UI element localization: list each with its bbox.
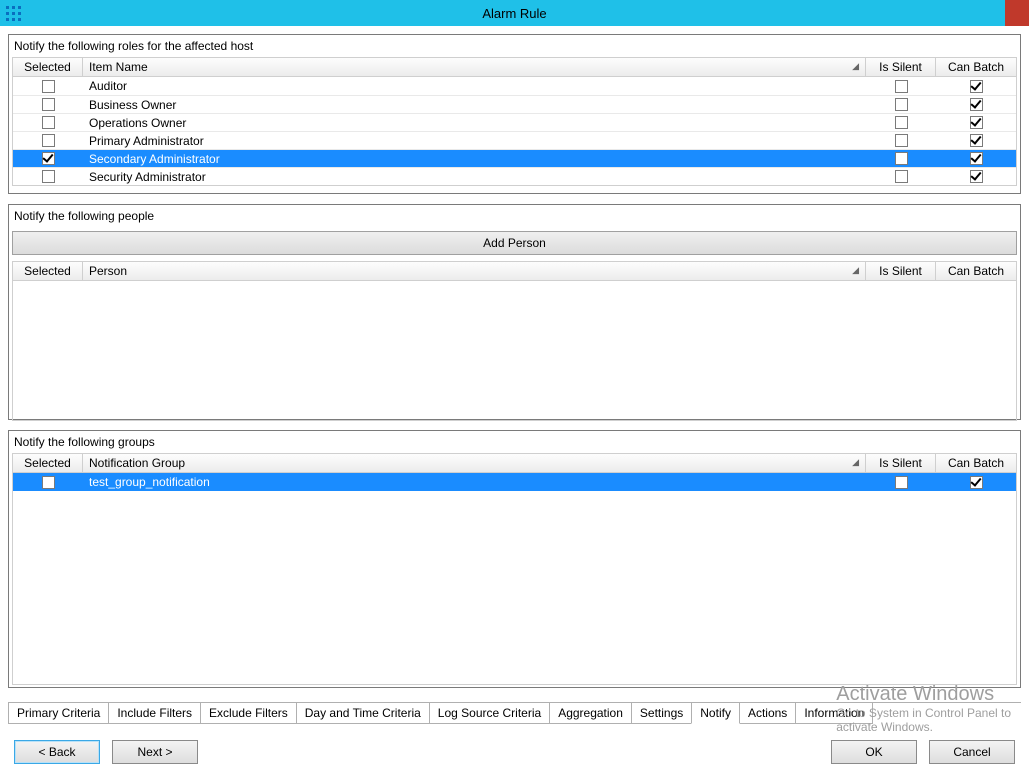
col-can-batch[interactable]: Can Batch [936, 58, 1016, 76]
footer: < Back Next > OK Cancel [0, 740, 1029, 764]
col-can-batch[interactable]: Can Batch [936, 454, 1016, 472]
back-button[interactable]: < Back [14, 740, 100, 764]
groups-section: Notify the following groups Selected Not… [8, 430, 1021, 688]
groups-label: Notify the following groups [12, 433, 1017, 453]
can-batch-checkbox[interactable] [970, 98, 983, 111]
tab-day-and-time-criteria[interactable]: Day and Time Criteria [296, 703, 430, 724]
can-batch-checkbox[interactable] [970, 80, 983, 93]
group-row[interactable]: test_group_notification [13, 473, 1016, 491]
group-name: test_group_notification [83, 473, 866, 491]
tab-information[interactable]: Information [795, 703, 873, 724]
col-selected[interactable]: Selected [13, 262, 83, 280]
roles-section: Notify the following roles for the affec… [8, 34, 1021, 194]
people-rows [12, 281, 1017, 421]
role-name: Primary Administrator [83, 132, 866, 149]
tab-exclude-filters[interactable]: Exclude Filters [200, 703, 297, 724]
add-person-button[interactable]: Add Person [12, 231, 1017, 255]
is-silent-checkbox[interactable] [895, 170, 908, 183]
groups-rows: test_group_notification [12, 473, 1017, 685]
role-name: Operations Owner [83, 114, 866, 131]
next-button[interactable]: Next > [112, 740, 198, 764]
roles-column-header: Selected Item Name◢ Is Silent Can Batch [12, 57, 1017, 77]
is-silent-checkbox[interactable] [895, 152, 908, 165]
selected-checkbox[interactable] [42, 80, 55, 93]
col-can-batch[interactable]: Can Batch [936, 262, 1016, 280]
sort-asc-icon: ◢ [852, 265, 859, 276]
content: Notify the following roles for the affec… [0, 26, 1029, 702]
is-silent-checkbox[interactable] [895, 134, 908, 147]
window-title: Alarm Rule [0, 6, 1029, 21]
is-silent-checkbox[interactable] [895, 98, 908, 111]
role-row[interactable]: Primary Administrator [13, 131, 1016, 149]
is-silent-checkbox[interactable] [895, 80, 908, 93]
selected-checkbox[interactable] [42, 476, 55, 489]
role-row[interactable]: Operations Owner [13, 113, 1016, 131]
role-name: Auditor [83, 77, 866, 95]
col-item-name[interactable]: Item Name◢ [83, 58, 866, 76]
can-batch-checkbox[interactable] [970, 134, 983, 147]
can-batch-checkbox[interactable] [970, 152, 983, 165]
titlebar: Alarm Rule [0, 0, 1029, 26]
tab-primary-criteria[interactable]: Primary Criteria [8, 703, 109, 724]
selected-checkbox[interactable] [42, 170, 55, 183]
ok-button[interactable]: OK [831, 740, 917, 764]
role-row[interactable]: Secondary Administrator [13, 149, 1016, 167]
cancel-button[interactable]: Cancel [929, 740, 1015, 764]
can-batch-checkbox[interactable] [970, 116, 983, 129]
tab-include-filters[interactable]: Include Filters [108, 703, 201, 724]
role-row[interactable]: Security Administrator [13, 167, 1016, 185]
roles-rows: AuditorBusiness OwnerOperations OwnerPri… [12, 77, 1017, 186]
role-name: Security Administrator [83, 168, 866, 185]
can-batch-checkbox[interactable] [970, 170, 983, 183]
roles-label: Notify the following roles for the affec… [12, 37, 1017, 57]
col-is-silent[interactable]: Is Silent [866, 58, 936, 76]
tabs-strip: Primary CriteriaInclude FiltersExclude F… [8, 702, 1021, 724]
tab-log-source-criteria[interactable]: Log Source Criteria [429, 703, 550, 724]
is-silent-checkbox[interactable] [895, 116, 908, 129]
close-button[interactable] [1005, 0, 1029, 26]
people-column-header: Selected Person◢ Is Silent Can Batch [12, 261, 1017, 281]
role-row[interactable]: Business Owner [13, 95, 1016, 113]
selected-checkbox[interactable] [42, 134, 55, 147]
selected-checkbox[interactable] [42, 98, 55, 111]
col-is-silent[interactable]: Is Silent [866, 454, 936, 472]
col-person[interactable]: Person◢ [83, 262, 866, 280]
col-selected[interactable]: Selected [13, 58, 83, 76]
tab-aggregation[interactable]: Aggregation [549, 703, 632, 724]
sort-asc-icon: ◢ [852, 457, 859, 468]
groups-column-header: Selected Notification Group◢ Is Silent C… [12, 453, 1017, 473]
col-notification-group[interactable]: Notification Group◢ [83, 454, 866, 472]
role-name: Business Owner [83, 96, 866, 113]
tab-actions[interactable]: Actions [739, 703, 796, 724]
col-is-silent[interactable]: Is Silent [866, 262, 936, 280]
role-row[interactable]: Auditor [13, 77, 1016, 95]
tab-notify[interactable]: Notify [691, 703, 740, 724]
tab-settings[interactable]: Settings [631, 703, 692, 724]
selected-checkbox[interactable] [42, 152, 55, 165]
selected-checkbox[interactable] [42, 116, 55, 129]
can-batch-checkbox[interactable] [970, 476, 983, 489]
col-selected[interactable]: Selected [13, 454, 83, 472]
sort-asc-icon: ◢ [852, 61, 859, 72]
people-section: Notify the following people Add Person S… [8, 204, 1021, 420]
people-label: Notify the following people [12, 207, 1017, 227]
is-silent-checkbox[interactable] [895, 476, 908, 489]
role-name: Secondary Administrator [83, 150, 866, 167]
